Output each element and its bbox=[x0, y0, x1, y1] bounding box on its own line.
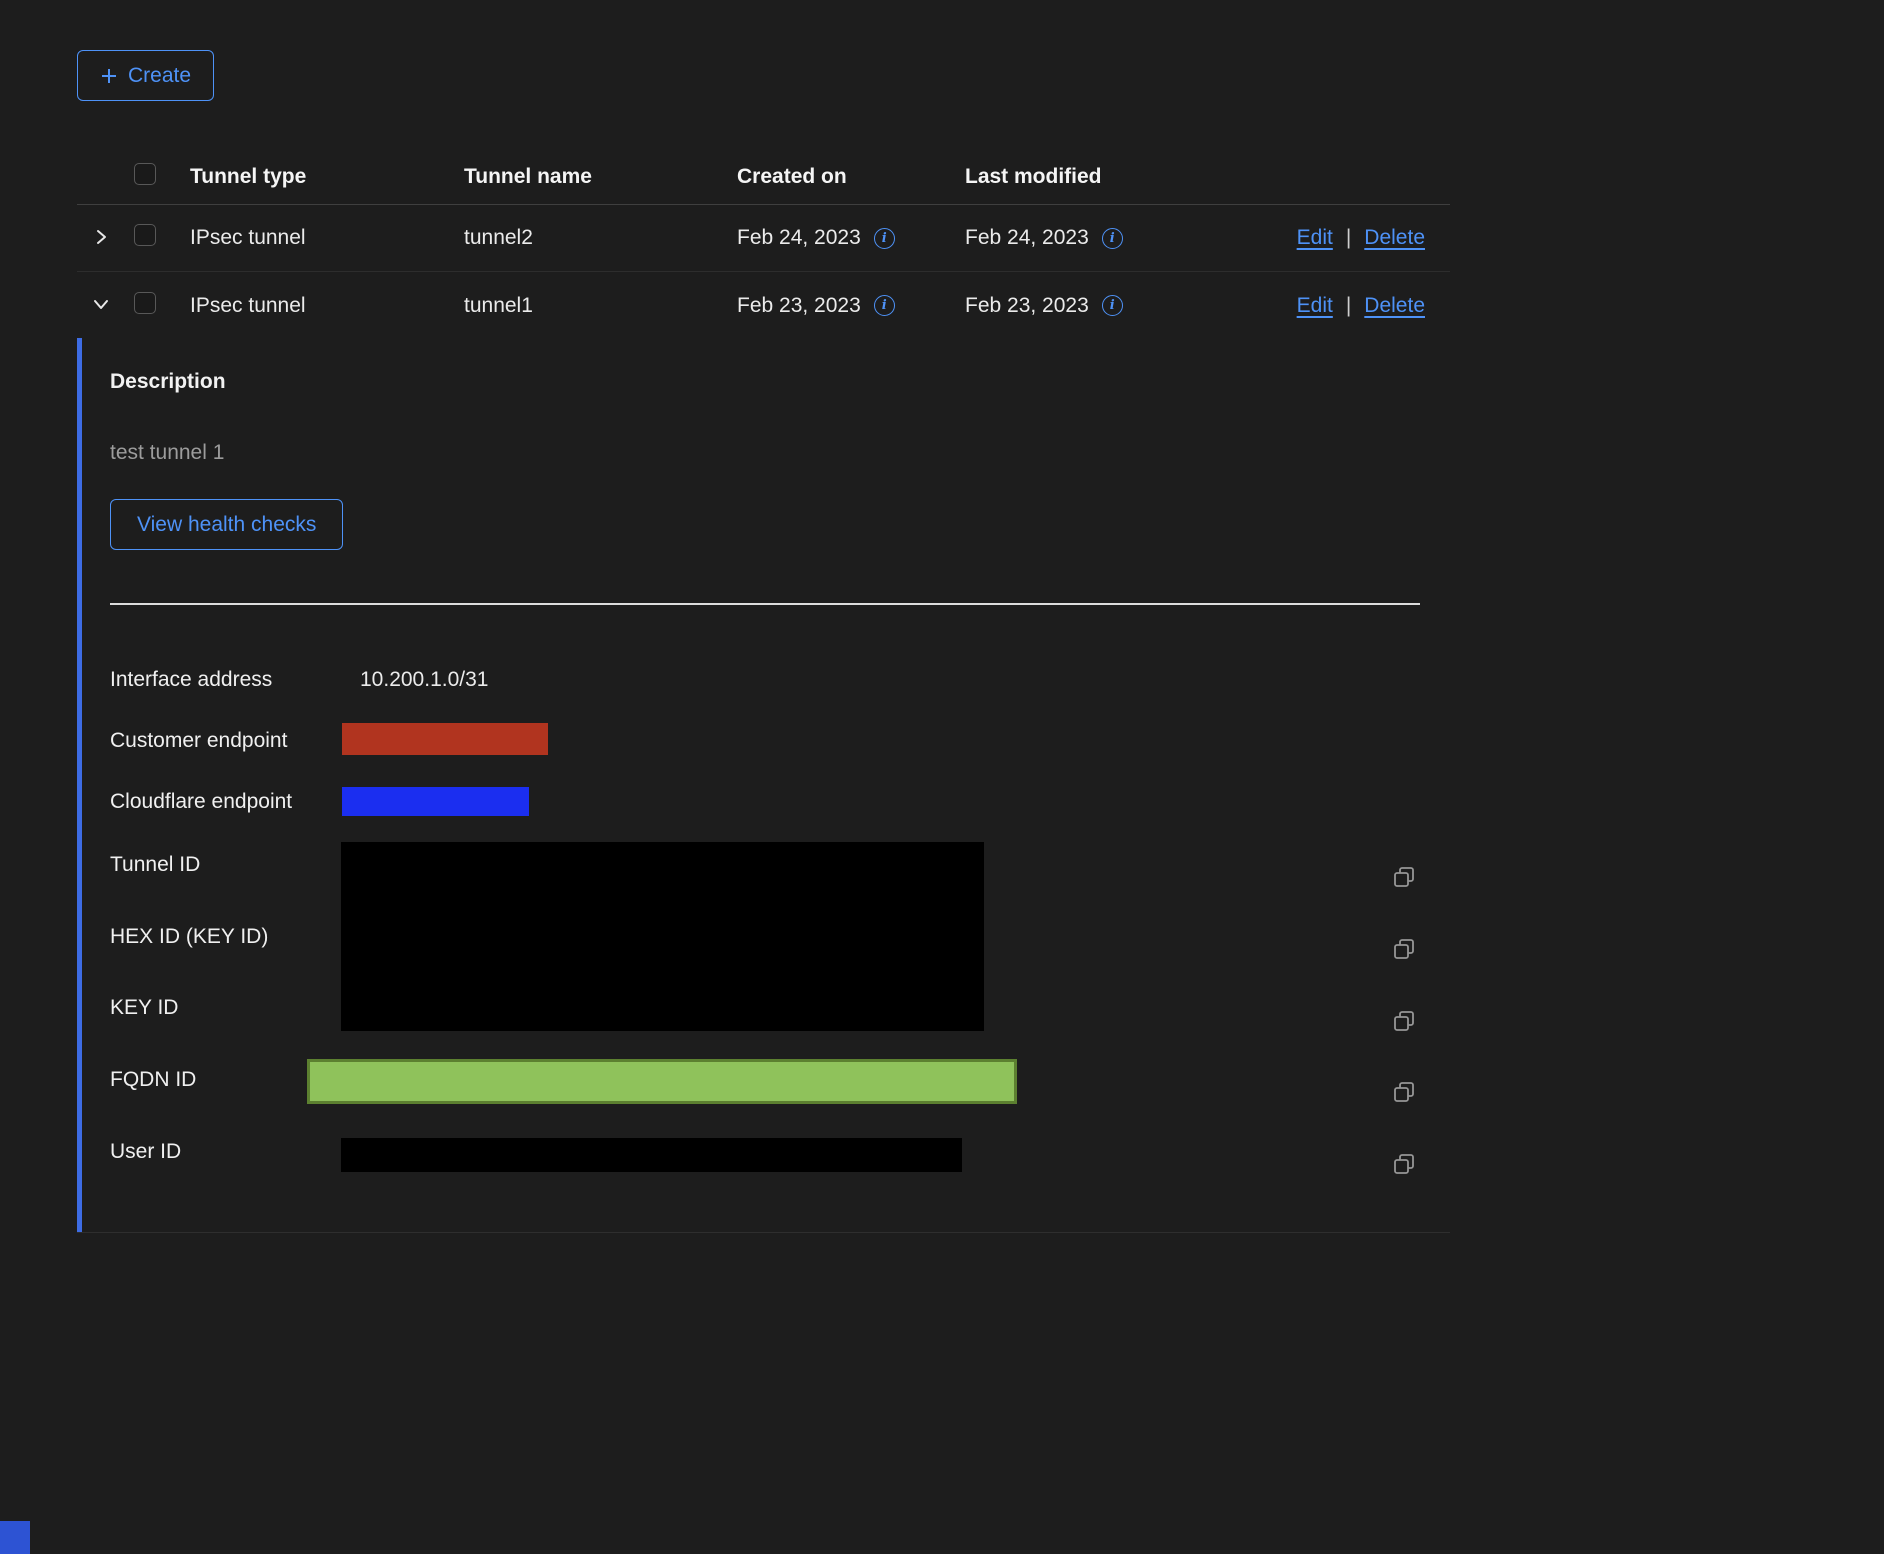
cloudflare-endpoint-label: Cloudflare endpoint bbox=[110, 790, 292, 814]
select-all-checkbox[interactable] bbox=[134, 163, 156, 185]
view-health-checks-button[interactable]: View health checks bbox=[110, 499, 343, 550]
actions-separator: | bbox=[1346, 226, 1351, 250]
info-icon[interactable] bbox=[874, 295, 895, 316]
edit-link[interactable]: Edit bbox=[1297, 226, 1333, 250]
delete-link[interactable]: Delete bbox=[1364, 294, 1425, 318]
edit-link[interactable]: Edit bbox=[1297, 294, 1333, 318]
description-label: Description bbox=[110, 370, 226, 394]
cloudflare-endpoint-redacted-value bbox=[342, 787, 529, 816]
tunnel-id-label: Tunnel ID bbox=[110, 853, 200, 877]
copy-user-id-button[interactable] bbox=[1391, 1152, 1417, 1178]
panel-accent-bar bbox=[77, 338, 82, 1232]
cell-tunnel-name: tunnel2 bbox=[464, 226, 737, 250]
info-icon[interactable] bbox=[1102, 228, 1123, 249]
header-tunnel-name: Tunnel name bbox=[464, 165, 737, 189]
chevron-right-icon bbox=[92, 228, 110, 249]
tunnels-table: Tunnel type Tunnel name Created on Last … bbox=[77, 150, 1450, 339]
expand-row-button[interactable] bbox=[88, 225, 114, 251]
collapse-row-button[interactable] bbox=[88, 293, 114, 319]
header-tunnel-type: Tunnel type bbox=[190, 165, 464, 189]
user-id-redacted-value bbox=[341, 1138, 962, 1172]
copy-icon bbox=[1392, 949, 1416, 964]
cell-last-modified: Feb 23, 2023 bbox=[965, 294, 1089, 318]
fqdn-id-label: FQDN ID bbox=[110, 1068, 196, 1092]
user-id-label: User ID bbox=[110, 1140, 181, 1164]
table-row: IPsec tunnel tunnel2 Feb 24, 2023 Feb 24… bbox=[77, 205, 1450, 272]
header-last-modified: Last modified bbox=[965, 165, 1215, 189]
hex-id-label: HEX ID (KEY ID) bbox=[110, 925, 268, 949]
key-id-label: KEY ID bbox=[110, 996, 178, 1020]
cell-tunnel-type: IPsec tunnel bbox=[190, 294, 464, 318]
actions-separator: | bbox=[1346, 294, 1351, 318]
copy-icon bbox=[1392, 1021, 1416, 1036]
copy-fqdn-id-button[interactable] bbox=[1391, 1080, 1417, 1106]
copy-icon bbox=[1392, 1164, 1416, 1179]
table-row: IPsec tunnel tunnel1 Feb 23, 2023 Feb 23… bbox=[77, 272, 1450, 339]
cell-created-on: Feb 23, 2023 bbox=[737, 294, 861, 318]
tunnel-detail-panel: Description test tunnel 1 View health ch… bbox=[77, 338, 1450, 1233]
ids-redacted-value bbox=[341, 842, 984, 1031]
header-created-on: Created on bbox=[737, 165, 965, 189]
cell-last-modified: Feb 24, 2023 bbox=[965, 226, 1089, 250]
ipsec-tunnels-page: Create Tunnel type Tunnel name Created o… bbox=[0, 0, 1884, 1554]
delete-link[interactable]: Delete bbox=[1364, 226, 1425, 250]
panel-divider bbox=[110, 603, 1420, 605]
cell-tunnel-name: tunnel1 bbox=[464, 294, 737, 318]
customer-endpoint-redacted-value bbox=[342, 723, 548, 755]
cell-created-on: Feb 24, 2023 bbox=[737, 226, 861, 250]
create-button-label: Create bbox=[128, 64, 191, 88]
copy-tunnel-id-button[interactable] bbox=[1391, 865, 1417, 891]
info-icon[interactable] bbox=[1102, 295, 1123, 316]
scroll-indicator bbox=[0, 1521, 30, 1554]
customer-endpoint-label: Customer endpoint bbox=[110, 729, 287, 753]
description-value: test tunnel 1 bbox=[110, 441, 224, 465]
fqdn-id-redacted-value bbox=[307, 1059, 1017, 1104]
copy-hex-id-button[interactable] bbox=[1391, 937, 1417, 963]
plus-icon bbox=[100, 67, 118, 85]
create-button[interactable]: Create bbox=[77, 50, 214, 101]
interface-address-label: Interface address bbox=[110, 668, 272, 692]
row-checkbox[interactable] bbox=[134, 292, 156, 314]
row-checkbox[interactable] bbox=[134, 224, 156, 246]
copy-icon bbox=[1392, 877, 1416, 892]
chevron-down-icon bbox=[92, 295, 110, 316]
interface-address-value: 10.200.1.0/31 bbox=[360, 668, 488, 692]
copy-key-id-button[interactable] bbox=[1391, 1009, 1417, 1035]
info-icon[interactable] bbox=[874, 228, 895, 249]
table-header-row: Tunnel type Tunnel name Created on Last … bbox=[77, 150, 1450, 205]
copy-icon bbox=[1392, 1092, 1416, 1107]
cell-tunnel-type: IPsec tunnel bbox=[190, 226, 464, 250]
